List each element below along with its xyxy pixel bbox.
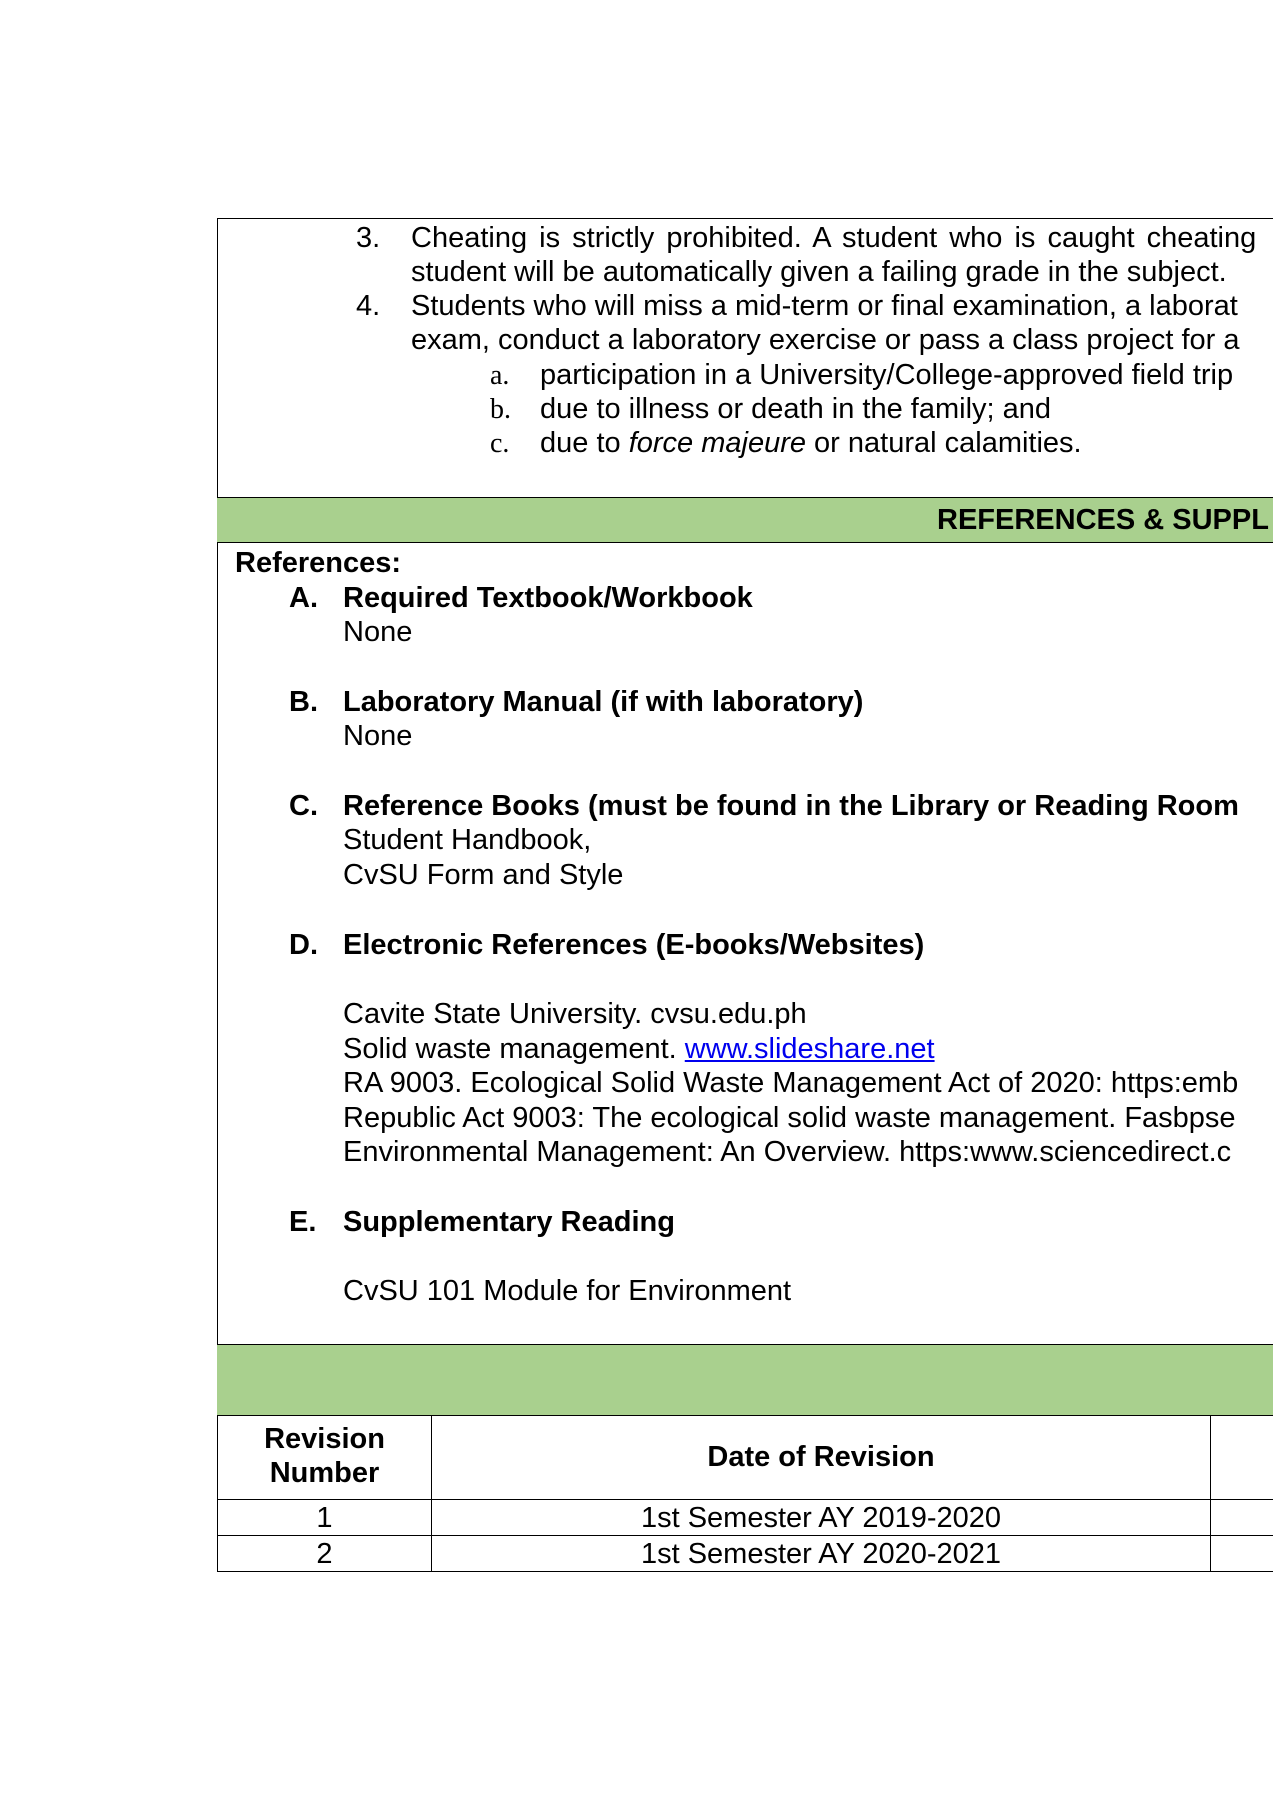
reference-letter: B. — [289, 686, 318, 718]
reference-heading: Laboratory Manual (if with laboratory) — [343, 686, 864, 718]
revision-row-border — [217, 1571, 1273, 1572]
reference-item: CvSU Form and Style — [343, 859, 624, 891]
section-header-bottom-border — [217, 542, 1273, 543]
reference-heading: Required Textbook/Workbook — [343, 582, 753, 614]
reference-heading: Electronic References (E-books/Websites) — [343, 929, 925, 961]
subitem-text: due to illness or death in the family; a… — [540, 393, 1052, 425]
subitem-letter: a. — [490, 360, 510, 391]
slideshare-link[interactable]: www.slideshare.net — [685, 1033, 935, 1065]
reference-item: Republic Act 9003: The ecological solid … — [343, 1102, 1236, 1134]
reference-item: Environmental Management: An Overview. h… — [343, 1136, 1232, 1168]
subitem-letter: c. — [490, 428, 510, 459]
reference-letter: C. — [289, 790, 318, 822]
revision-number-cell: 2 — [316, 1538, 333, 1570]
subitem-letter: b. — [490, 394, 511, 425]
reference-item: Student Handbook, — [343, 824, 592, 856]
section-header-title: REFERENCES & SUPPL — [937, 504, 1269, 536]
reference-heading: Reference Books (must be found in the Li… — [343, 790, 1239, 822]
policy-number: 3. — [356, 222, 381, 254]
reference-letter: D. — [289, 929, 318, 961]
reference-heading: Supplementary Reading — [343, 1206, 675, 1238]
section-header-top-border — [217, 497, 1273, 498]
subitem-text: participation in a University/College-ap… — [540, 359, 1234, 391]
revision-band-bottom-border — [217, 1415, 1273, 1416]
reference-item: CvSU 101 Module for Environment — [343, 1275, 792, 1307]
policy-text-line: exam, conduct a laboratory exercise or p… — [411, 324, 1240, 356]
table-top-border — [217, 218, 1273, 219]
reference-item: Solid waste management. www.slideshare.n… — [343, 1033, 935, 1065]
reference-letter: E. — [289, 1206, 317, 1238]
reference-item: None — [343, 616, 413, 648]
reference-item: None — [343, 720, 413, 752]
subitem-text: due to force majeure or natural calamiti… — [540, 427, 1082, 459]
policy-text-line: student will be automatically given a fa… — [411, 256, 1227, 288]
reference-letter: A. — [289, 582, 318, 614]
revision-number-header: Revision Number — [264, 1423, 385, 1489]
revision-row-border — [217, 1535, 1273, 1536]
references-title: References: — [235, 547, 402, 579]
reference-item: RA 9003. Ecological Solid Waste Manageme… — [343, 1067, 1239, 1099]
revision-row-border — [217, 1499, 1273, 1500]
policy-text-line: Students who will miss a mid-term or fin… — [411, 290, 1238, 322]
date-of-revision-header: Date of Revision — [707, 1441, 935, 1473]
revision-date-cell: 1st Semester AY 2019-2020 — [640, 1502, 1002, 1534]
policy-number: 4. — [356, 290, 381, 322]
document-page: 3. Cheating is strictly prohibited. A st… — [0, 0, 1273, 1800]
reference-item: Cavite State University. cvsu.edu.ph — [343, 998, 807, 1030]
policy-text-line: Cheating is strictly prohibited. A stude… — [411, 222, 1257, 254]
revision-date-cell: 1st Semester AY 2020-2021 — [640, 1538, 1002, 1570]
revision-header-band — [217, 1345, 1273, 1415]
revision-number-cell: 1 — [316, 1502, 333, 1534]
revision-col-divider — [1210, 1415, 1211, 1572]
